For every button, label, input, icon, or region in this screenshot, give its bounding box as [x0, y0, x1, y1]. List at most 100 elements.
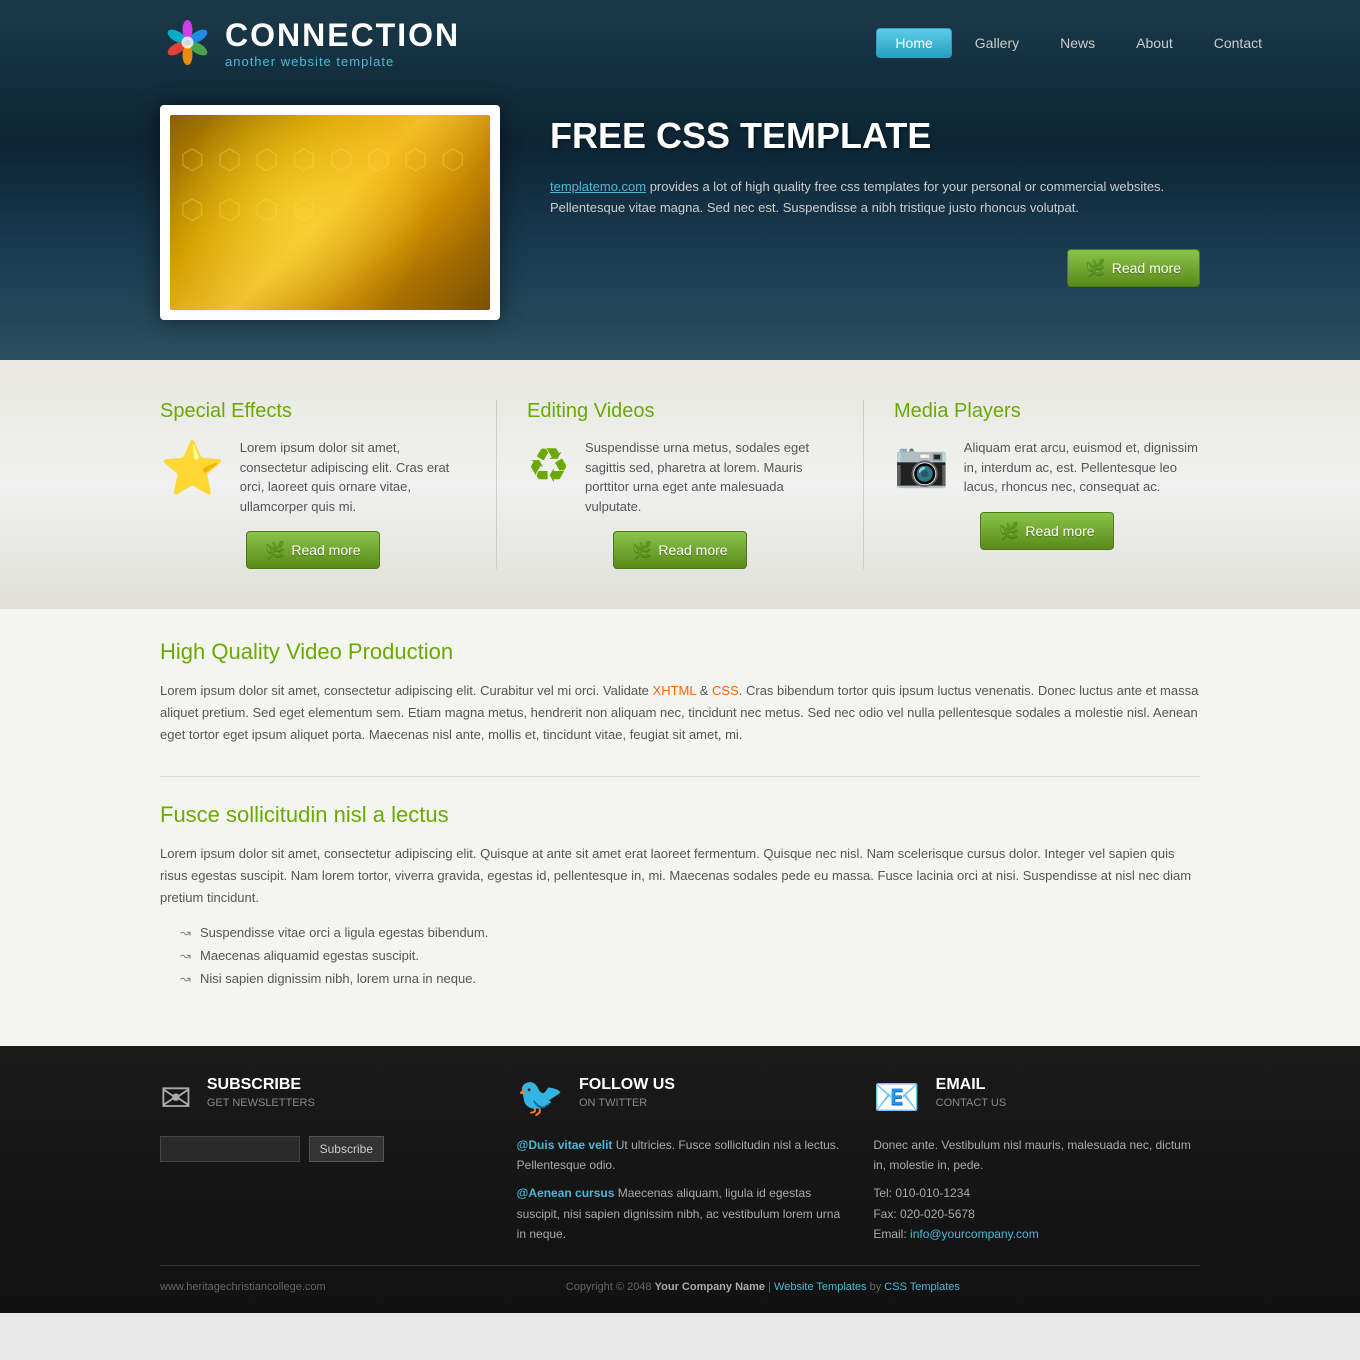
footer-bottom: www.heritagechristiancollege.com Copyrig…	[160, 1281, 1200, 1293]
hero-read-more-label: Read more	[1112, 260, 1181, 276]
content-divider	[160, 776, 1200, 777]
feature-read-more-2[interactable]: 🌿 Read more	[613, 531, 746, 569]
bullet-1: Suspendisse vitae orci a ligula egestas …	[180, 925, 1200, 940]
feature-title-2: Editing Videos	[527, 400, 833, 423]
footer-sep: |	[765, 1281, 774, 1293]
star-icon: ⭐	[160, 438, 225, 499]
feature-body-3: 📷 Aliquam erat arcu, euismod et, digniss…	[894, 438, 1200, 497]
feature-divider-1	[496, 400, 497, 569]
subscribe-button[interactable]: Subscribe	[309, 1136, 384, 1162]
content-title-1: High Quality Video Production	[160, 639, 1200, 665]
content-text-2: Lorem ipsum dolor sit amet, consectetur …	[160, 843, 1200, 909]
footer-subscribe-subtitle: GET NEWSLETTERS	[207, 1097, 315, 1109]
footer-divider	[160, 1265, 1200, 1266]
logo-subtitle: another website template	[225, 54, 460, 69]
footer-email-row: Email: info@yourcompany.com	[873, 1224, 1200, 1244]
newsletter-input[interactable]	[160, 1136, 300, 1162]
nav-news[interactable]: News	[1042, 29, 1113, 57]
content-text-1-mid: &	[696, 683, 712, 698]
leaf-icon-2: 🌿	[632, 540, 652, 560]
feature-body-1: ⭐ Lorem ipsum dolor sit amet, consectetu…	[160, 438, 466, 516]
hero-body: templatemo.com provides a lot of high qu…	[550, 177, 1200, 219]
bullet-2: Maecenas aliquamid egestas suscipit.	[180, 948, 1200, 963]
footer-subscribe-form: Subscribe	[160, 1136, 487, 1162]
footer-email-text-area: EMAIL CONTACT US	[936, 1076, 1007, 1119]
footer-follow-title: FOLLOW US	[579, 1076, 675, 1094]
twitter-item-2: @Aenean cursus Maecenas aliquam, ligula …	[517, 1183, 844, 1244]
footer-website: www.heritagechristiancollege.com	[160, 1281, 326, 1293]
feature-read-more-3[interactable]: 🌿 Read more	[980, 512, 1113, 550]
feature-read-more-1[interactable]: 🌿 Read more	[246, 531, 379, 569]
feature-media-players: Media Players 📷 Aliquam erat arcu, euism…	[894, 400, 1200, 569]
twitter-link-2[interactable]: @Aenean cursus	[517, 1186, 615, 1200]
logo-title: CONNECTION	[225, 17, 460, 54]
footer-columns: ✉ SUBSCRIBE GET NEWSLETTERS Subscribe 🐦 …	[160, 1076, 1200, 1245]
footer-email-subtitle: CONTACT US	[936, 1097, 1007, 1109]
feature-special-effects: Special Effects ⭐ Lorem ipsum dolor sit …	[160, 400, 466, 569]
feature-btn-row-2: 🌿 Read more	[527, 531, 833, 569]
footer-subscribe-col: ✉ SUBSCRIBE GET NEWSLETTERS Subscribe	[160, 1076, 487, 1245]
content-section-1: High Quality Video Production Lorem ipsu…	[160, 639, 1200, 746]
logo-text-area: CONNECTION another website template	[225, 17, 460, 69]
footer-subscribe-inner: ✉ SUBSCRIBE GET NEWSLETTERS	[160, 1076, 487, 1121]
leaf-icon-3: 🌿	[999, 521, 1019, 541]
nav-gallery[interactable]: Gallery	[957, 29, 1037, 57]
feature-read-more-label-2: Read more	[658, 542, 727, 558]
leaf-icon: 🌿	[1086, 258, 1106, 278]
feature-text-2: Suspendisse urna metus, sodales eget sag…	[585, 438, 833, 516]
email-envelope-icon: 📧	[873, 1076, 920, 1120]
logo-icon	[160, 15, 215, 70]
content-text-1: Lorem ipsum dolor sit amet, consectetur …	[160, 680, 1200, 746]
footer-email-link[interactable]: info@yourcompany.com	[910, 1227, 1039, 1241]
content-section: High Quality Video Production Lorem ipsu…	[0, 609, 1360, 1046]
css-link[interactable]: CSS	[712, 683, 739, 698]
hero-image	[170, 115, 490, 310]
nav-contact[interactable]: Contact	[1196, 29, 1280, 57]
company-name: Your Company Name	[655, 1281, 765, 1293]
footer-subscribe-title: SUBSCRIBE	[207, 1076, 315, 1094]
footer-by: by	[867, 1281, 885, 1293]
twitter-icon: 🐦	[517, 1076, 564, 1120]
footer-email-title: EMAIL	[936, 1076, 1007, 1094]
footer: ✉ SUBSCRIBE GET NEWSLETTERS Subscribe 🐦 …	[0, 1046, 1360, 1313]
content-text-1-start: Lorem ipsum dolor sit amet, consectetur …	[160, 683, 653, 698]
bullet-3: Nisi sapien dignissim nibh, lorem urna i…	[180, 971, 1200, 986]
features-grid: Special Effects ⭐ Lorem ipsum dolor sit …	[160, 400, 1200, 569]
xhtml-link[interactable]: XHTML	[653, 683, 697, 698]
feature-body-2: ♻ Suspendisse urna metus, sodales eget s…	[527, 438, 833, 516]
feature-btn-row-1: 🌿 Read more	[160, 531, 466, 569]
main-nav: Home Gallery News About Contact	[876, 28, 1280, 58]
feature-read-more-label-3: Read more	[1025, 523, 1094, 539]
twitter-link-1[interactable]: @Duis vitae velit	[517, 1138, 613, 1152]
footer-tel: Tel: 010-010-1234	[873, 1183, 1200, 1203]
logo-area: CONNECTION another website template	[160, 15, 460, 70]
camera-icon: 📷	[894, 438, 949, 490]
feature-title-3: Media Players	[894, 400, 1200, 423]
bullet-list: Suspendisse vitae orci a ligula egestas …	[180, 925, 1200, 986]
feature-divider-2	[863, 400, 864, 569]
content-section-2: Fusce sollicitudin nisl a lectus Lorem i…	[160, 802, 1200, 985]
mail-icon: ✉	[160, 1076, 192, 1121]
footer-follow-col: 🐦 FOLLOW US ON TWITTER @Duis vitae velit…	[517, 1076, 844, 1245]
website-templates-link[interactable]: Website Templates	[774, 1281, 867, 1293]
hero-link[interactable]: templatemo.com	[550, 179, 646, 194]
hero-content: FREE CSS TEMPLATE templatemo.com provide…	[550, 105, 1200, 287]
nav-home[interactable]: Home	[876, 28, 951, 58]
copyright-text: Copyright © 2048	[566, 1281, 655, 1293]
feature-read-more-label-1: Read more	[291, 542, 360, 558]
hero-read-more-row: 🌿 Read more	[1067, 249, 1200, 287]
features-section: Special Effects ⭐ Lorem ipsum dolor sit …	[0, 360, 1360, 609]
hero-section: FREE CSS TEMPLATE templatemo.com provide…	[0, 85, 1360, 360]
footer-email-inner: 📧 EMAIL CONTACT US	[873, 1076, 1200, 1120]
content-title-2: Fusce sollicitudin nisl a lectus	[160, 802, 1200, 828]
nav-about[interactable]: About	[1118, 29, 1191, 57]
hero-read-more-button[interactable]: 🌿 Read more	[1067, 249, 1200, 287]
footer-email-label: Email:	[873, 1227, 910, 1241]
recycle-icon: ♻	[527, 438, 570, 494]
hero-title: FREE CSS TEMPLATE	[550, 115, 1200, 157]
footer-follow-text-area: FOLLOW US ON TWITTER	[579, 1076, 675, 1119]
feature-text-1: Lorem ipsum dolor sit amet, consectetur …	[240, 438, 466, 516]
hero-image-container	[160, 105, 500, 320]
feature-title-1: Special Effects	[160, 400, 466, 423]
css-templates-link[interactable]: CSS Templates	[884, 1281, 960, 1293]
